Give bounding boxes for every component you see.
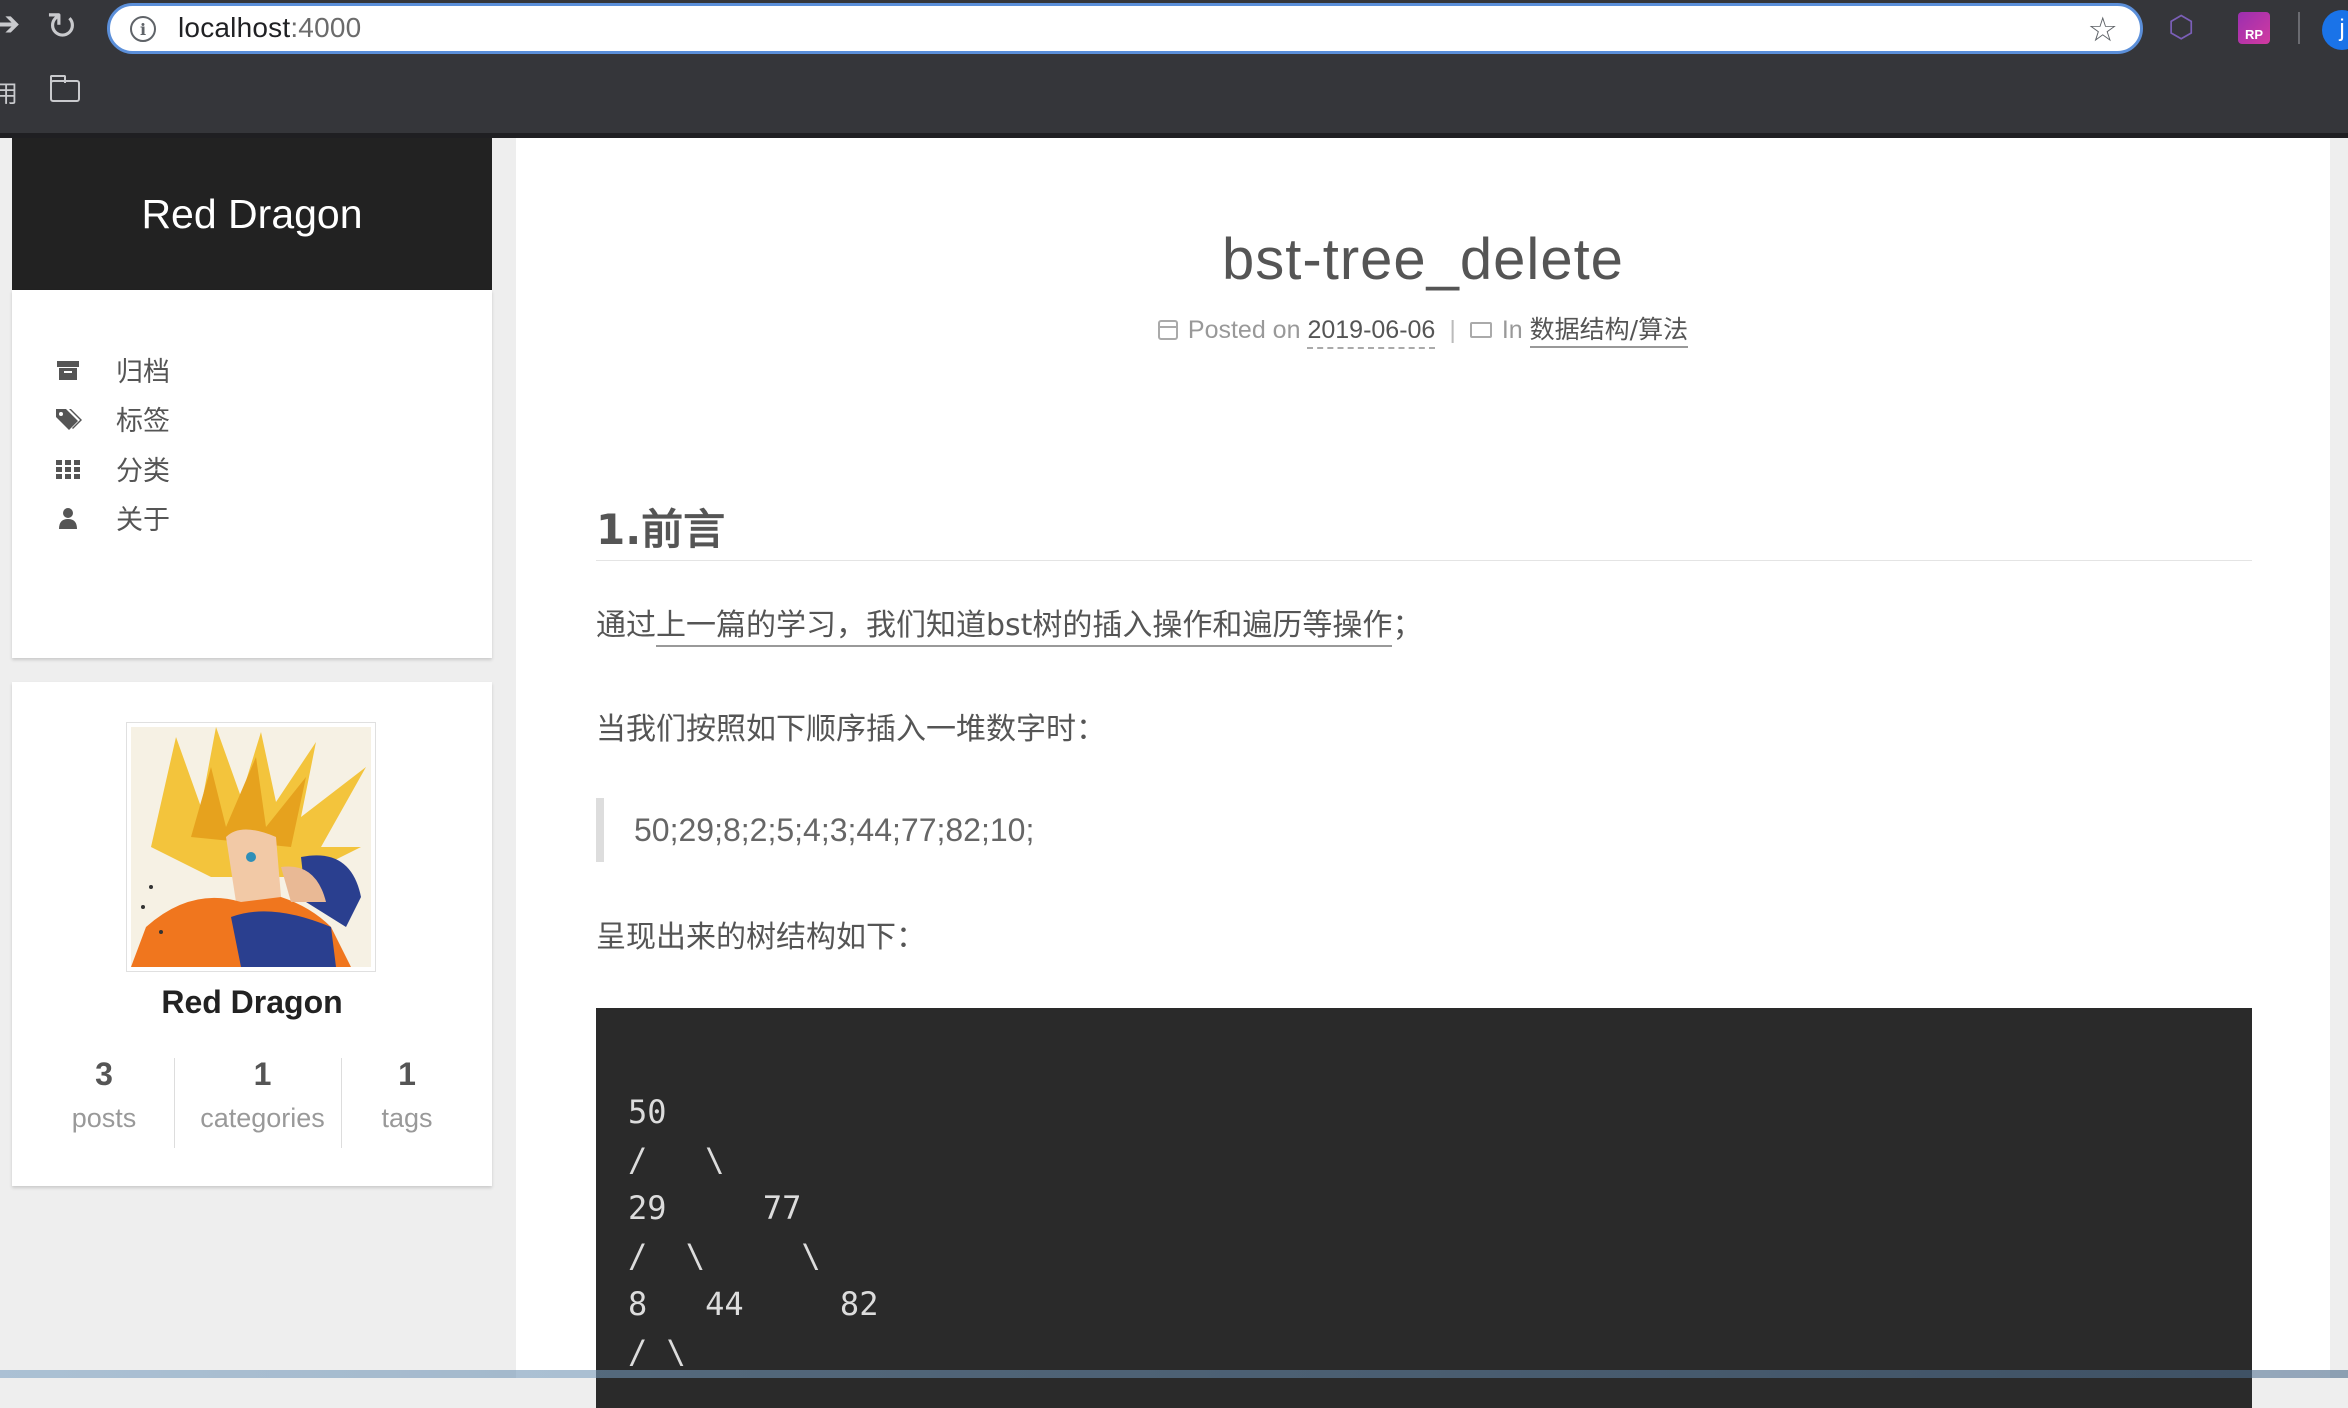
bookmark-apps-label[interactable]: 用: [0, 74, 18, 109]
reload-icon[interactable]: ↻: [46, 4, 78, 48]
taskbar-edge: [0, 1370, 2348, 1378]
post-category-link[interactable]: 数据结构/算法: [1529, 315, 1689, 348]
profile-avatar[interactable]: j: [2322, 10, 2348, 50]
in-label: In: [1501, 316, 1523, 344]
menu-label: 关于: [116, 505, 170, 536]
stat-label: tags: [381, 1103, 433, 1133]
stat-count: 3: [95, 1056, 113, 1092]
post-meta: Posted on 2019-06-06 | In 数据结构/算法: [516, 310, 2330, 349]
insert-sequence-quote: 50;29;8;2;5;4;3;44;77;82;10;: [596, 798, 1034, 862]
menu-label: 分类: [116, 456, 170, 487]
menu-label: 标签: [116, 406, 170, 437]
section-heading: 1.前言: [596, 505, 726, 554]
heading-divider: [596, 560, 2252, 561]
site-title[interactable]: Red Dragon: [12, 138, 492, 290]
intro-suffix: ；: [1392, 608, 1423, 643]
meta-divider: |: [1449, 316, 1456, 344]
toolbar-divider: [2298, 12, 2300, 44]
stat-count: 1: [398, 1056, 416, 1092]
info-icon[interactable]: i: [130, 16, 156, 42]
paragraph-intro: 通过上一篇的学习，我们知道bst树的插入操作和遍历等操作；: [596, 600, 1423, 647]
stat-label: posts: [71, 1103, 137, 1133]
cube-extension-icon[interactable]: ⬡: [2168, 10, 2202, 46]
stat-categories[interactable]: 1 categories: [175, 1056, 350, 1134]
stat-label: categories: [200, 1103, 325, 1133]
rp-extension-icon[interactable]: RP: [2238, 12, 2270, 44]
menu-item-archives[interactable]: 归档: [54, 344, 474, 394]
forward-icon[interactable]: ➔: [0, 4, 21, 44]
menu-item-about[interactable]: 关于: [54, 492, 474, 542]
menu-label: 归档: [116, 357, 170, 388]
url-text[interactable]: localhost:4000: [178, 12, 361, 44]
post-body: bst-tree_delete Posted on 2019-06-06 | In …: [516, 138, 2330, 1408]
site-overview: Red Dragon 3 posts 1 categories 1 tags: [12, 682, 492, 1186]
posted-on-label: Posted on: [1187, 316, 1301, 344]
paragraph-tree: 呈现出来的树结构如下：: [596, 920, 926, 955]
stat-tags[interactable]: 1 tags: [342, 1056, 472, 1134]
site-brand[interactable]: Red Dragon: [12, 138, 492, 290]
post-title: bst-tree_delete: [1222, 227, 1624, 292]
tree-code: 50 / \ 29 77 / \ \ 8 44 82 / \: [628, 1093, 879, 1371]
calendar-icon: [1157, 320, 1178, 340]
bookmark-folder-icon[interactable]: [50, 75, 80, 102]
code-block: 50 / \ 29 77 / \ \ 8 44 82 / \: [596, 1008, 2252, 1408]
stat-posts[interactable]: 3 posts: [34, 1056, 174, 1134]
address-bar[interactable]: i localhost:4000 ☆: [107, 3, 2143, 54]
post-date[interactable]: 2019-06-06: [1307, 316, 1436, 349]
browser-toolbar: ➔ ↻ i localhost:4000 ☆ ⬡ RP j 用: [0, 0, 2348, 138]
author-name: Red Dragon: [161, 984, 343, 1020]
previous-post-link[interactable]: 上一篇的学习，我们知道bst树的插入操作和遍历等操作: [656, 608, 1393, 647]
intro-prefix: 通过: [596, 608, 656, 643]
archive-icon: [57, 361, 79, 380]
user-icon: [59, 508, 77, 529]
stat-count: 1: [253, 1056, 272, 1092]
tags-icon: [56, 409, 82, 430]
bookmark-star-icon[interactable]: ☆: [2088, 10, 2118, 50]
paragraph-insert: 当我们按照如下顺序插入一堆数字时：: [596, 712, 1106, 747]
author-avatar: [126, 722, 376, 972]
menu-item-categories[interactable]: 分类: [54, 443, 474, 493]
folder-icon: [1469, 322, 1492, 338]
site-menu: 归档 标签 分类 关于: [12, 290, 492, 658]
grid-icon: [56, 460, 80, 479]
menu-item-tags[interactable]: 标签: [54, 393, 474, 443]
